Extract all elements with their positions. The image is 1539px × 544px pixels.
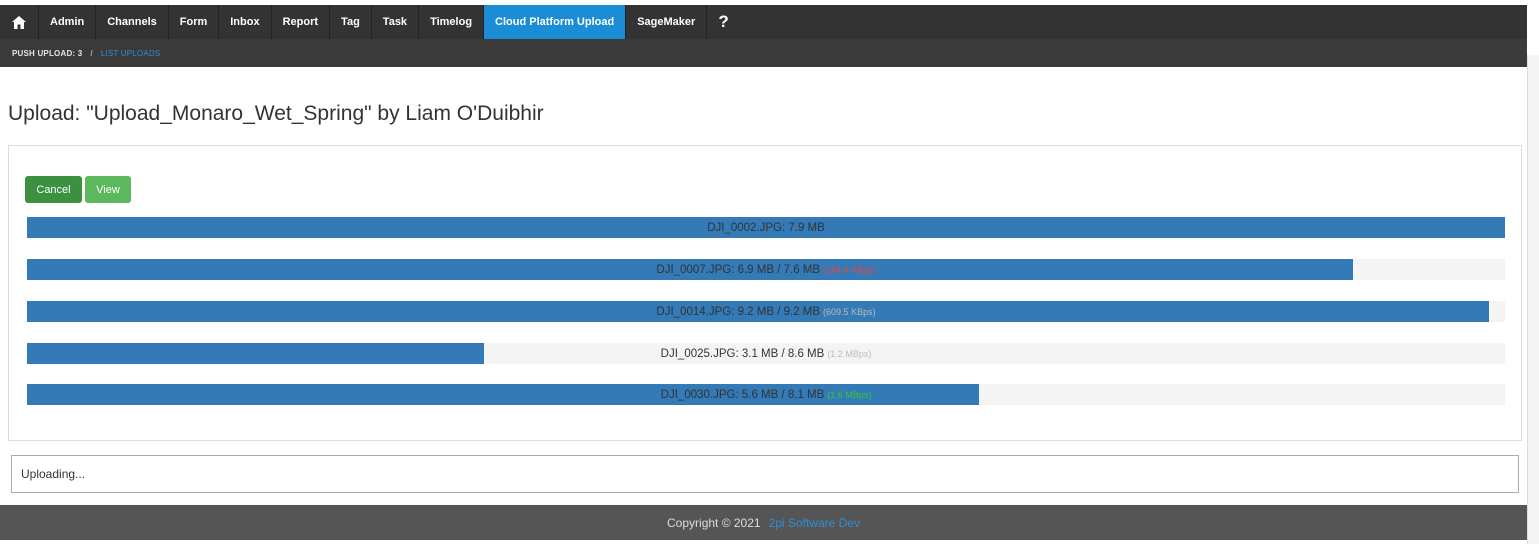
progress-text: DJI_0014.JPG: 9.2 MB / 9.2 MB (609.5 KBp… <box>27 301 1505 322</box>
view-button[interactable]: View <box>85 176 131 203</box>
help-button[interactable]: ? <box>707 5 739 39</box>
nav-item-sagemaker[interactable]: SageMaker <box>626 5 708 39</box>
upload-progress-bar: DJI_0007.JPG: 6.9 MB / 7.6 MB (184.4 KBp… <box>27 259 1505 280</box>
progress-text: DJI_0025.JPG: 3.1 MB / 8.6 MB (1.2 MBps) <box>27 343 1505 364</box>
cancel-button[interactable]: Cancel <box>25 176 82 203</box>
footer: Copyright © 2021 2pi Software Dev <box>0 505 1527 540</box>
home-icon <box>12 15 26 29</box>
upload-progress-bar: DJI_0030.JPG: 5.6 MB / 8.1 MB (1.6 MBps) <box>27 384 1505 405</box>
page-title: Upload: "Upload_Monaro_Wet_Spring" by Li… <box>8 102 544 125</box>
upload-speed: (1.6 MBps) <box>827 389 872 400</box>
upload-speed: (184.4 KBps) <box>823 264 876 275</box>
upload-progress-bar: DJI_0002.JPG: 7.9 MB <box>27 217 1505 238</box>
upload-progress-bar: DJI_0014.JPG: 9.2 MB / 9.2 MB (609.5 KBp… <box>27 301 1505 322</box>
upload-panel: Cancel View DJI_0002.JPG: 7.9 MB DJI_000… <box>8 145 1522 441</box>
nav-item-channels[interactable]: Channels <box>96 5 169 39</box>
breadcrumb-link-list-uploads[interactable]: LIST UPLOADS <box>101 49 161 58</box>
home-button[interactable] <box>0 5 39 39</box>
file-progress-label: DJI_0014.JPG: 9.2 MB / 9.2 MB <box>656 305 821 318</box>
nav-item-admin[interactable]: Admin <box>39 5 97 39</box>
breadcrumb-current: PUSH UPLOAD: 3 <box>12 48 83 58</box>
nav-item-form[interactable]: Form <box>169 5 220 39</box>
nav-item-task[interactable]: Task <box>372 5 420 39</box>
nav-item-tag[interactable]: Tag <box>330 5 372 39</box>
nav-item-cloud-platform-upload[interactable]: Cloud Platform Upload <box>484 5 627 39</box>
window-scrollbar[interactable] <box>1527 55 1539 544</box>
top-navigation-bar: Admin Channels Form Inbox Report Tag Tas… <box>0 5 1527 39</box>
progress-text: DJI_0002.JPG: 7.9 MB <box>27 217 1505 238</box>
upload-speed: (1.2 MBps) <box>827 348 872 359</box>
upload-speed: (609.5 KBps) <box>823 306 876 317</box>
nav-item-inbox[interactable]: Inbox <box>219 5 272 39</box>
upload-progress-bar: DJI_0025.JPG: 3.1 MB / 8.6 MB (1.2 MBps) <box>27 343 1505 364</box>
upload-status-box: Uploading... <box>11 455 1519 493</box>
progress-text: DJI_0030.JPG: 5.6 MB / 8.1 MB (1.6 MBps) <box>27 384 1505 405</box>
breadcrumb-separator: / <box>90 48 93 58</box>
file-progress-label: DJI_0002.JPG: 7.9 MB <box>707 221 825 234</box>
progress-text: DJI_0007.JPG: 6.9 MB / 7.6 MB (184.4 KBp… <box>27 259 1505 280</box>
footer-company-link[interactable]: 2pi Software Dev <box>769 516 860 530</box>
file-progress-label: DJI_0007.JPG: 6.9 MB / 7.6 MB <box>656 263 821 276</box>
nav-item-timelog[interactable]: Timelog <box>419 5 485 39</box>
status-text: Uploading... <box>21 467 86 481</box>
footer-copyright: Copyright © 2021 <box>667 515 761 530</box>
breadcrumb: PUSH UPLOAD: 3 / LIST UPLOADS <box>0 39 1527 67</box>
file-progress-label: DJI_0030.JPG: 5.6 MB / 8.1 MB <box>660 388 825 401</box>
nav-item-report[interactable]: Report <box>272 5 331 39</box>
file-progress-label: DJI_0025.JPG: 3.1 MB / 8.6 MB <box>660 347 825 360</box>
